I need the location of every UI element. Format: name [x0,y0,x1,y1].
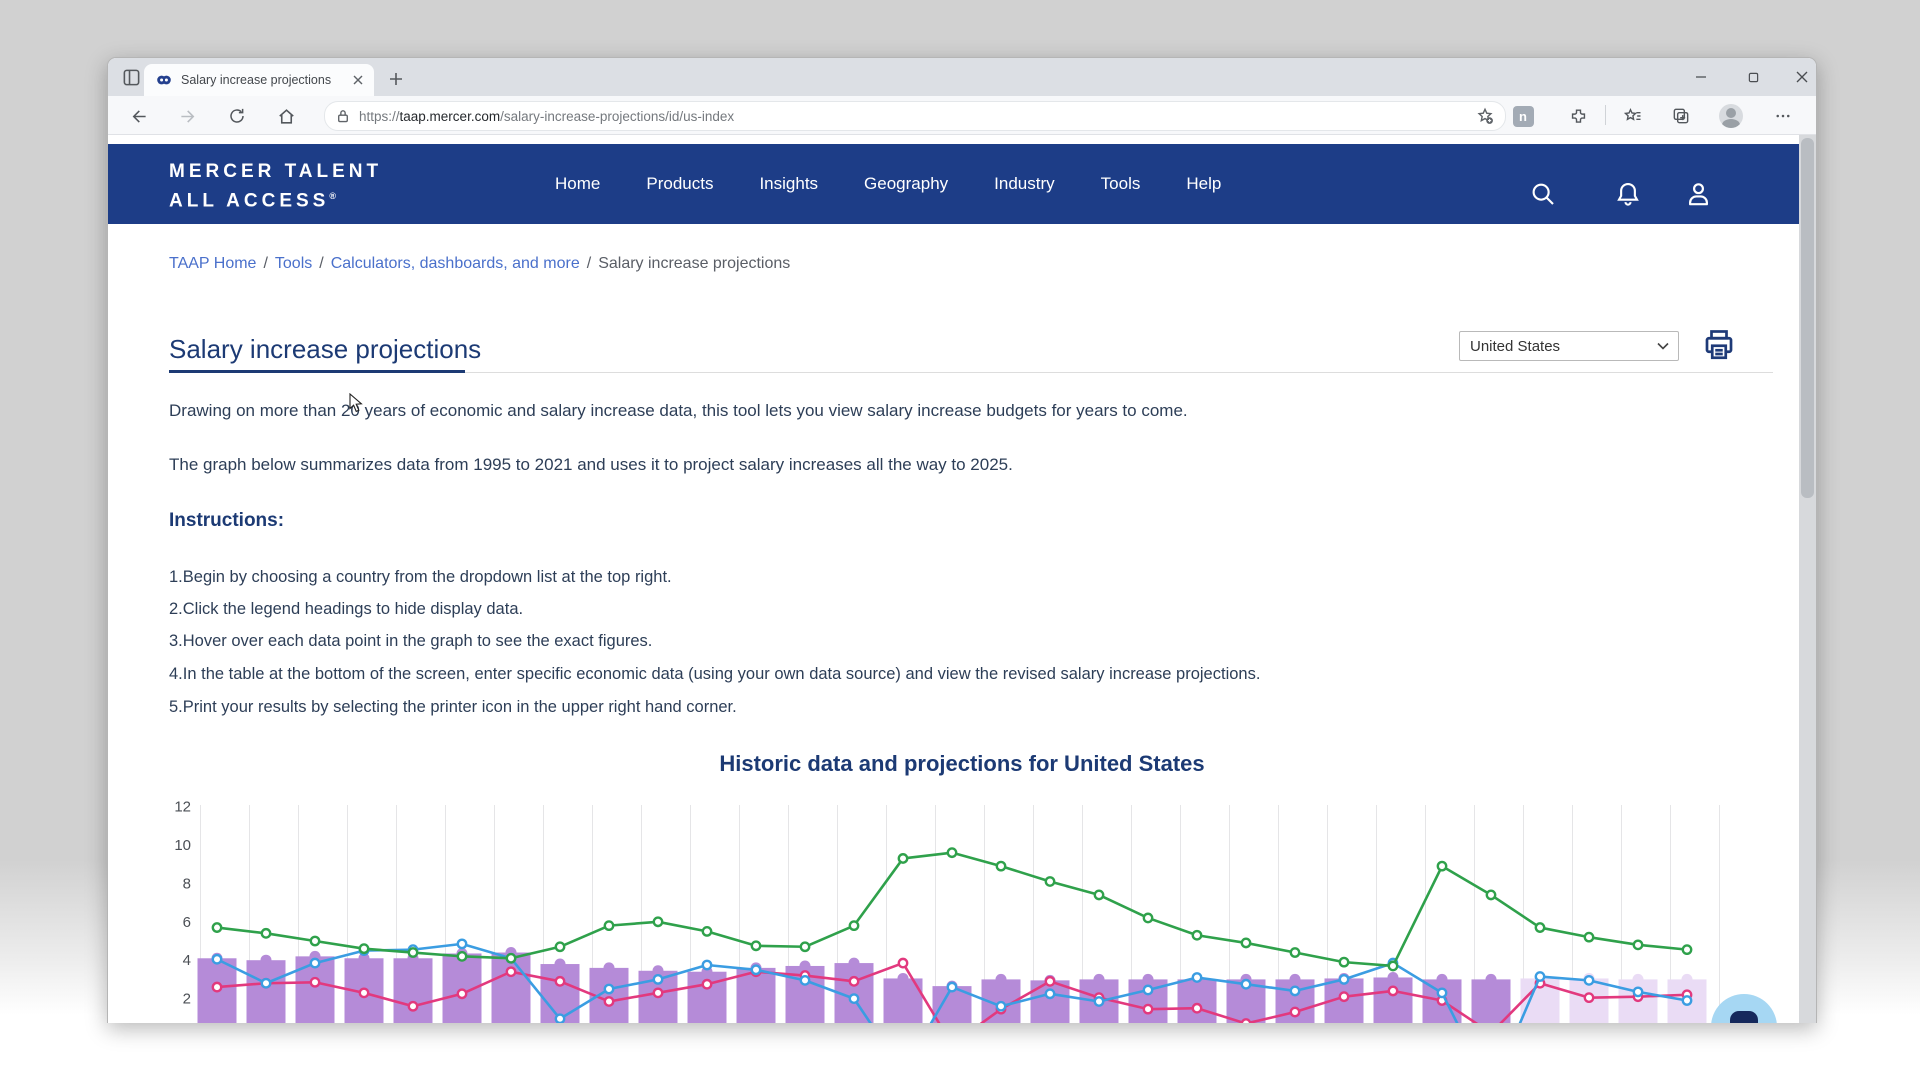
new-tab-icon[interactable] [384,67,408,91]
breadcrumb: TAAP Home / Tools / Calculators, dashboards,… [169,255,790,273]
window-minimize-icon[interactable] [1686,63,1716,91]
url-text[interactable]: https://taap.mercer.com/salary-increase-… [359,109,734,124]
toolbar-divider [1605,105,1606,125]
home-icon[interactable] [273,103,299,129]
tab-title: Salary increase projections [181,73,349,87]
browser-toolbar: https://taap.mercer.com/salary-increase-… [108,96,1816,135]
window-maximize-icon[interactable] [1738,63,1768,91]
user-account-icon[interactable] [1678,174,1718,214]
instruction-step-3: 3.Hover over each data point in the grap… [169,632,652,651]
breadcrumb-calculators[interactable]: Calculators, dashboards, and more [331,255,580,272]
chart-title: Historic data and projections for United… [108,751,1816,777]
notifications-bell-icon[interactable] [1608,174,1648,214]
browser-tab[interactable]: Salary increase projections [144,64,374,96]
collections-icon[interactable] [1669,104,1693,128]
country-dropdown-value: United States [1470,338,1560,355]
breadcrumb-taap-home[interactable]: TAAP Home [169,255,256,272]
svg-text:10: 10 [174,837,191,854]
breadcrumb-current: Salary increase projections [598,255,790,272]
n-extension-icon[interactable]: n [1511,104,1535,128]
brand-line1: MERCER TALENT [169,160,382,184]
chevron-down-icon [1657,342,1669,350]
reload-icon[interactable] [224,103,250,129]
browser-tab-strip: Salary increase projections [108,58,1816,96]
url-domain: taap.mercer.com [400,109,501,124]
add-favorite-icon[interactable] [1475,106,1495,126]
intro-paragraph-2: The graph below summarizes data from 199… [169,455,1013,475]
scrollbar-thumb[interactable] [1801,138,1814,498]
svg-text:12: 12 [174,799,191,816]
url-scheme: https:// [359,109,400,124]
more-options-icon[interactable] [1771,104,1795,128]
tab-close-icon[interactable] [349,72,366,89]
menu-item-industry[interactable]: Industry [994,174,1054,194]
site-menu: Home Products Insights Geography Industr… [555,144,1221,224]
instructions-heading: Instructions: [169,510,284,532]
svg-text:6: 6 [183,914,191,931]
menu-item-help[interactable]: Help [1186,174,1221,194]
profile-avatar[interactable] [1719,104,1743,128]
search-icon[interactable] [1523,174,1563,214]
svg-text:8: 8 [183,875,191,892]
intro-paragraph-1: Drawing on more than 20 years of economi… [169,401,1188,421]
page-scrollbar[interactable] [1799,135,1816,1023]
page-title: Salary increase projections [169,334,481,365]
breadcrumb-separator: / [263,255,267,272]
instruction-step-4: 4.In the table at the bottom of the scre… [169,665,1260,684]
mercer-favicon-icon [156,72,172,88]
site-navbar: MERCER TALENT ALL ACCESS® Home Products … [108,144,1816,224]
mercer-taap-logo[interactable]: MERCER TALENT ALL ACCESS® [169,160,382,213]
url-path: /salary-increase-projections/id/us-index [500,109,734,124]
breadcrumb-separator: / [587,255,591,272]
menu-item-tools[interactable]: Tools [1101,174,1141,194]
chat-widget-icon [1730,1011,1758,1023]
registered-mark: ® [329,191,336,201]
svg-text:2: 2 [183,991,191,1008]
lock-icon[interactable] [337,109,349,123]
instruction-step-1: 1.Begin by choosing a country from the d… [169,568,672,587]
brand-line2: ALL ACCESS® [169,184,382,213]
title-divider-accent [169,370,465,373]
svg-text:4: 4 [183,952,191,969]
breadcrumb-separator: / [319,255,323,272]
address-bar[interactable]: https://taap.mercer.com/salary-increase-… [324,101,1506,131]
instruction-step-5: 5.Print your results by selecting the pr… [169,698,737,717]
favorites-icon[interactable] [1621,104,1645,128]
country-dropdown[interactable]: United States [1459,331,1679,361]
back-icon[interactable] [125,103,151,129]
instruction-step-2: 2.Click the legend headings to hide disp… [169,600,523,619]
forward-icon[interactable] [175,103,201,129]
browser-window: Salary increase projections [107,57,1817,1023]
window-close-icon[interactable] [1787,63,1817,91]
printer-icon[interactable] [1699,325,1739,365]
screenshot-stage: Salary increase projections [0,0,1920,1080]
page-content: MERCER TALENT ALL ACCESS® Home Products … [108,135,1816,1023]
menu-item-geography[interactable]: Geography [864,174,948,194]
breadcrumb-tools[interactable]: Tools [275,255,312,272]
menu-item-products[interactable]: Products [646,174,713,194]
tab-actions-icon[interactable] [120,66,142,88]
extensions-puzzle-icon[interactable] [1566,104,1590,128]
menu-item-insights[interactable]: Insights [759,174,818,194]
menu-item-home[interactable]: Home [555,174,600,194]
salary-projection-chart[interactable]: 2 4 6 8 10 12 [141,791,1791,1023]
